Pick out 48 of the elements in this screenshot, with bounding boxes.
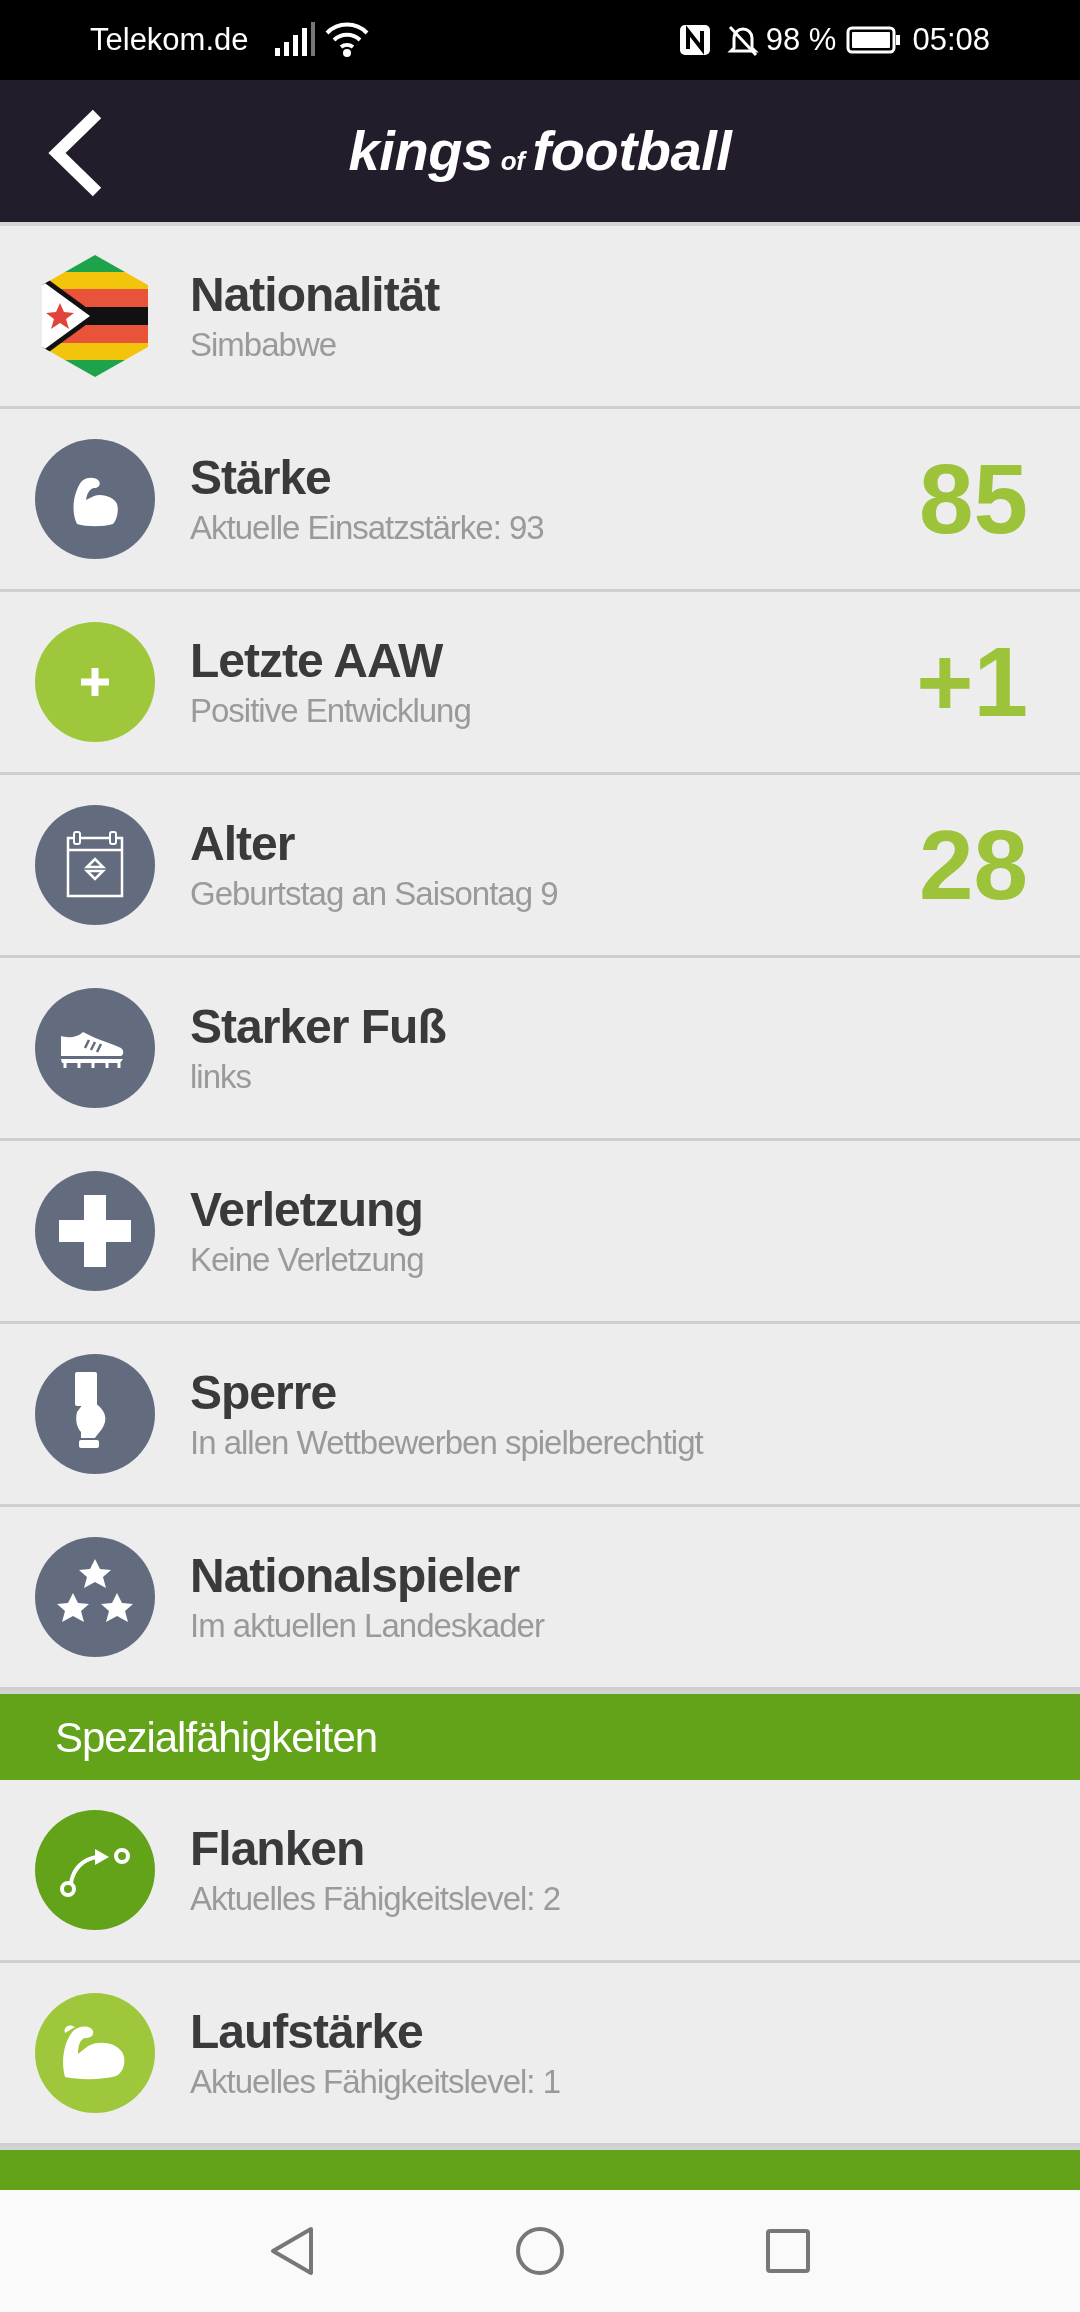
row-title: Starker Fuß — [190, 999, 446, 1055]
three-stars-icon — [35, 1537, 155, 1657]
row-subtitle: Aktuelles Fähigkeitslevel: 2 — [190, 1879, 561, 1919]
calendar-icon — [35, 805, 155, 925]
nfc-icon — [677, 23, 712, 57]
flexed-arm-icon — [35, 1993, 155, 2113]
row-title: Flanken — [190, 1821, 365, 1877]
nav-back-icon[interactable] — [269, 2225, 315, 2277]
row-subtitle: In allen Wettbewerben spielberechtigt — [190, 1423, 703, 1463]
plus-icon — [35, 622, 155, 742]
battery-icon — [846, 26, 903, 54]
row-subtitle: Im aktuellen Landeskader — [190, 1606, 544, 1646]
cross-icon — [35, 1171, 155, 1291]
row-title: Laufstärke — [190, 2004, 423, 2060]
logo-text: of — [500, 145, 525, 178]
row-title: Letzte AAW — [190, 633, 443, 689]
row-subtitle: Keine Verletzung — [190, 1240, 424, 1280]
row-value: 28 — [919, 808, 1029, 922]
section-header: Spezialfähigkeiten — [0, 1690, 1080, 1780]
wifi-icon — [324, 22, 369, 58]
row-subtitle: Aktuelle Einsatzstärke: 93 — [190, 508, 544, 548]
football-boot-icon — [35, 988, 155, 1108]
muted-bell-icon — [725, 23, 760, 57]
row-subtitle: links — [190, 1057, 252, 1097]
row-title: Verletzung — [190, 1182, 423, 1238]
logo-text: football — [532, 118, 732, 184]
row-subtitle: Aktuelles Fähigkeitslevel: 1 — [190, 2062, 561, 2102]
row-subtitle: Positive Entwicklung — [190, 691, 471, 731]
logo-text: kings — [348, 118, 493, 184]
row-value: +1 — [916, 625, 1029, 739]
back-chevron-icon — [47, 108, 103, 198]
row-title: Alter — [190, 816, 295, 872]
row-value: 85 — [919, 442, 1029, 556]
nav-home-icon[interactable] — [515, 2226, 565, 2276]
hand-card-icon — [35, 1354, 155, 1474]
flexed-arm-icon — [35, 439, 155, 559]
flag-icon — [42, 255, 148, 377]
clock-time: 05:08 — [912, 20, 990, 59]
signal-icon — [272, 22, 317, 58]
row-title: Sperre — [190, 1365, 337, 1421]
row-subtitle: Geburtstag an Saisontag 9 — [190, 874, 558, 914]
row-subtitle: Simbabwe — [190, 325, 337, 365]
nav-recents-icon[interactable] — [765, 2228, 811, 2274]
row-title: Nationalität — [190, 267, 440, 323]
battery-percent: 98 % — [765, 20, 837, 59]
carrier-name: Telekom.de — [90, 20, 249, 59]
row-title: Stärke — [190, 450, 331, 506]
row-title: Nationalspieler — [190, 1548, 520, 1604]
